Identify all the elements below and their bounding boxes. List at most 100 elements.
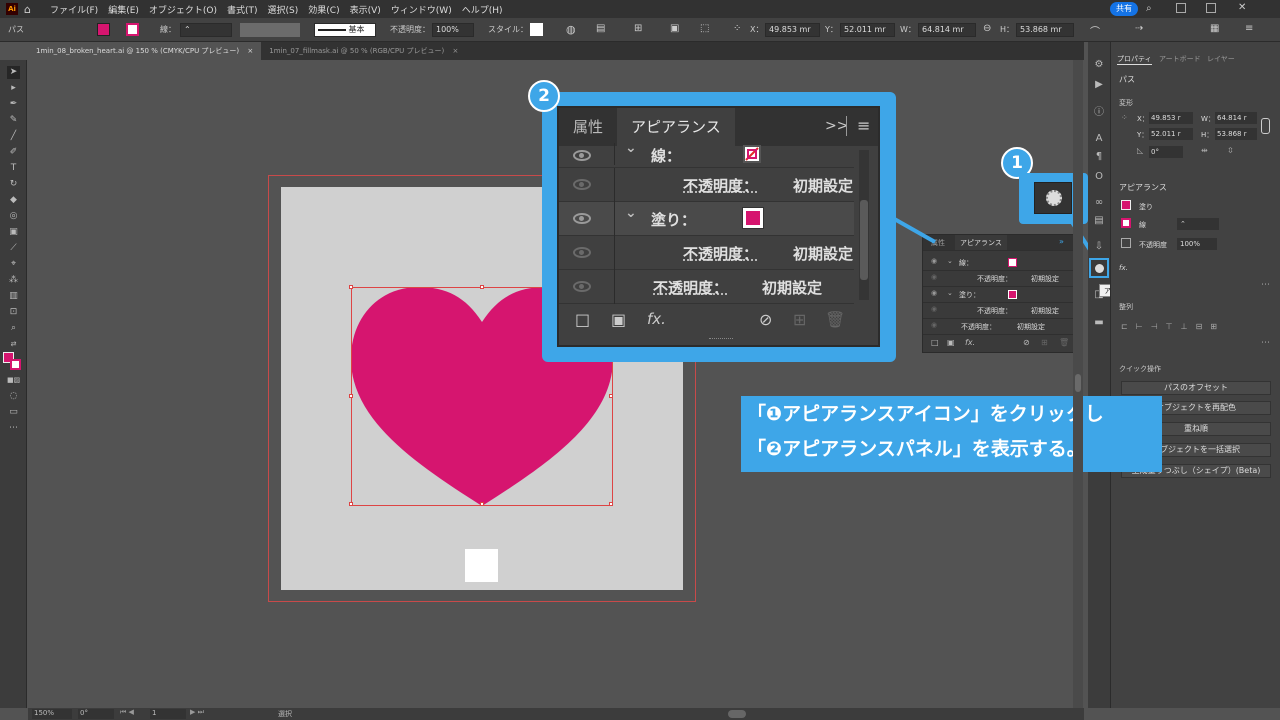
paintbrush-tool-icon[interactable]: ✐ (7, 146, 20, 159)
fill-swatch[interactable] (1008, 290, 1017, 299)
fill-swatch[interactable] (1121, 200, 1131, 210)
panel-menu-icon[interactable]: ≡ (857, 116, 870, 135)
line-tool-icon[interactable]: ╱ (7, 130, 20, 143)
w-field[interactable]: 64.814 r (1215, 112, 1257, 124)
chevron-down-icon[interactable]: ⌄ (625, 140, 637, 156)
fill-row[interactable]: ⌄ 塗り： (559, 202, 854, 236)
eye-icon[interactable] (573, 213, 591, 224)
eye-icon[interactable]: ◉ (931, 273, 937, 281)
handle-bottom-right[interactable] (609, 502, 613, 506)
duplicate-icon[interactable]: ⊞ (793, 310, 806, 329)
appearance-dock-button[interactable] (1089, 258, 1109, 278)
handle-bottom[interactable] (480, 502, 484, 506)
opacity-value[interactable]: 初期設定 (1031, 306, 1059, 316)
eraser-tool-icon[interactable]: ◆ (7, 194, 20, 207)
white-square[interactable] (465, 549, 498, 582)
handle-bottom-left[interactable] (349, 502, 353, 506)
align-buttons-icon[interactable]: ⊏⊢⊣⊤⊥⊟⊞ (1121, 322, 1271, 334)
recolor-icon[interactable]: ◍ (566, 23, 576, 36)
eye-icon[interactable] (573, 179, 591, 190)
stroke-swatch[interactable] (126, 23, 139, 36)
tab-broken-heart[interactable]: 1min_08_broken_heart.ai @ 150 % (CMYK/CP… (28, 42, 262, 60)
direct-selection-tool-icon[interactable]: ▸ (7, 82, 20, 95)
share-button[interactable]: 共有 (1110, 2, 1138, 16)
scrollbar-thumb[interactable] (1075, 374, 1081, 392)
reference-point-icon[interactable]: ⁘ (1121, 113, 1128, 122)
panel-menu-icon[interactable]: ≡ (1245, 23, 1253, 34)
eye-icon[interactable]: ◉ (931, 289, 937, 297)
object-opacity-row[interactable]: 不透明度： 初期設定 (559, 270, 854, 304)
scrollbar-thumb[interactable] (860, 200, 868, 280)
blend-tool-icon[interactable]: ⌖ (7, 258, 20, 271)
pen-tool-icon[interactable]: ✒ (7, 98, 20, 111)
transform-icon[interactable]: ⊞ (634, 23, 642, 34)
add-fill-icon[interactable]: ▣ (947, 338, 955, 347)
graph-tool-icon[interactable]: ▥ (7, 290, 20, 303)
flip-horizontal-icon[interactable]: ⇹ (1201, 146, 1208, 155)
menu-file[interactable]: ファイル(F) (45, 3, 103, 16)
stroke-color-icon[interactable] (10, 359, 21, 370)
fill-swatch[interactable] (742, 207, 764, 229)
opacity-field[interactable]: 100% (432, 23, 474, 37)
stroke-swatch[interactable] (743, 145, 761, 163)
angle-field[interactable]: 0° (1149, 146, 1183, 158)
draw-mode-icon[interactable]: ◌ (7, 390, 20, 403)
opacity-field[interactable]: 100% (1177, 238, 1217, 250)
add-fill-icon[interactable]: ▣ (611, 310, 626, 329)
warp-icon[interactable]: ⇢ (1135, 23, 1143, 34)
fx-icon[interactable]: fx. (1119, 264, 1128, 272)
search-icon[interactable]: ⌕ (1146, 3, 1152, 14)
tab-fillmask[interactable]: 1min_07_fillmask.ai @ 50 % (RGB/CPU プレビュ… (261, 42, 466, 60)
comments-icon[interactable]: ▬ (1092, 316, 1106, 330)
more-tools-icon[interactable]: ⋯ (7, 422, 20, 435)
offset-path-button[interactable]: パスのオフセット (1121, 381, 1271, 395)
stroke-profile-field[interactable]: 基本 (314, 23, 376, 37)
h-field[interactable]: 53.868 mr (1016, 23, 1074, 37)
menu-select[interactable]: 選択(S) (263, 3, 304, 16)
links-icon[interactable]: ∞ (1092, 196, 1106, 210)
reference-point-icon[interactable]: ⁘ (733, 23, 741, 34)
menu-effect[interactable]: 効果(C) (303, 3, 344, 16)
opacity-value[interactable]: 初期設定 (1031, 274, 1059, 284)
y-field[interactable]: 52.011 r (1149, 128, 1193, 140)
zoom-field[interactable]: 150% (32, 709, 72, 719)
duplicate-icon[interactable]: ⊞ (1041, 338, 1048, 347)
handle-top-left[interactable] (349, 285, 353, 289)
eye-icon[interactable] (573, 281, 591, 292)
collapse-icon[interactable]: >> (825, 118, 848, 134)
artboard-number-field[interactable]: 1 (150, 709, 186, 719)
arrange-documents-icon[interactable]: ▦ (1210, 23, 1219, 34)
actions-icon[interactable]: ▶ (1092, 78, 1106, 92)
selection-tool-icon[interactable]: ➤ (7, 66, 20, 79)
graphic-style-swatch[interactable] (530, 23, 543, 36)
libraries-icon[interactable]: ⚙ (1092, 58, 1106, 72)
default-colors-icon[interactable]: ⇄ (7, 338, 20, 351)
home-icon[interactable]: ⌂ (24, 3, 31, 16)
chevron-down-icon[interactable]: ⌄ (947, 257, 953, 265)
x-field[interactable]: 49.853 mr (765, 23, 820, 37)
tab-layers[interactable]: レイヤー (1207, 54, 1235, 64)
eye-icon[interactable] (573, 247, 591, 258)
export-icon[interactable]: ⇩ (1092, 240, 1106, 254)
tab-attributes[interactable]: 属性 (573, 108, 603, 146)
tab-properties[interactable]: プロパティ (1117, 54, 1152, 65)
paragraph-icon[interactable]: ¶ (1092, 150, 1106, 164)
opacity-value[interactable]: 初期設定 (1017, 322, 1045, 332)
eye-icon[interactable]: ◉ (931, 321, 937, 329)
fx-icon[interactable]: fx. (965, 338, 975, 347)
align-icon[interactable]: ▤ (596, 23, 605, 34)
canvas-vertical-scrollbar[interactable] (1073, 60, 1083, 708)
handle-top[interactable] (480, 285, 484, 289)
menu-help[interactable]: ヘルプ(H) (457, 3, 508, 16)
shape-icon[interactable]: ⌒ (1090, 23, 1100, 38)
rotate-view-field[interactable]: 0° (78, 709, 114, 719)
rotate-tool-icon[interactable]: ↻ (7, 178, 20, 191)
resize-grip[interactable] (709, 338, 733, 340)
handle-left[interactable] (349, 394, 353, 398)
info-icon[interactable]: ⓘ (1092, 106, 1106, 120)
clear-icon[interactable]: ⊘ (1023, 338, 1030, 347)
opentype-icon[interactable]: O (1092, 170, 1106, 184)
eye-icon[interactable]: ◉ (931, 305, 937, 313)
type-tool-icon[interactable]: T (7, 162, 20, 175)
opacity-value[interactable]: 初期設定 (762, 277, 822, 298)
